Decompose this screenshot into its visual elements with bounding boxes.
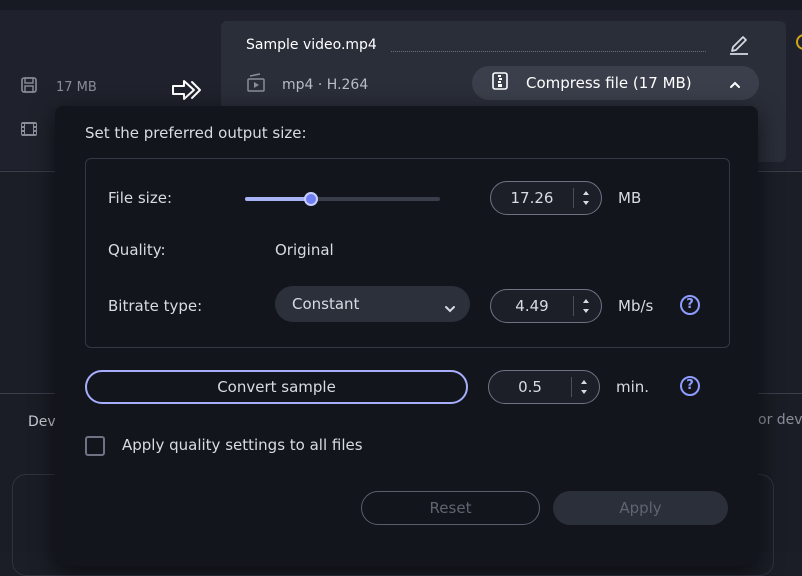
file-name-dotted-line [391, 51, 706, 52]
pencil-icon[interactable] [729, 33, 749, 59]
bitrate-type-select[interactable]: Constant [275, 286, 470, 322]
output-file-name[interactable]: Sample video.mp4 [246, 37, 377, 53]
file-size-label: File size: [108, 189, 173, 207]
chevron-up-icon [729, 76, 741, 95]
file-size-unit: MB [618, 189, 642, 207]
bitrate-spinbox[interactable]: 4.49 [490, 289, 602, 323]
video-file-icon [246, 73, 266, 97]
file-size-slider[interactable] [245, 192, 440, 206]
bitrate-value[interactable]: 4.49 [491, 290, 573, 322]
convert-arrow-icon [170, 78, 204, 106]
quality-value: Original [275, 241, 334, 259]
file-size-value[interactable]: 17.26 [491, 182, 573, 214]
chevron-down-icon [444, 299, 456, 318]
compress-file-button[interactable]: Compress file (17 MB) [472, 66, 759, 100]
bitrate-type-value: Constant [292, 295, 360, 313]
file-size-spinbox[interactable]: 17.26 [490, 181, 602, 215]
file-size-stepper[interactable] [577, 187, 595, 209]
bitrate-unit: Mb/s [618, 297, 654, 315]
film-strip-icon [20, 120, 38, 142]
bitrate-stepper[interactable] [577, 295, 595, 317]
codec-info: mp4 · H.264 [246, 73, 368, 97]
sample-length-value[interactable]: 0.5 [489, 371, 571, 403]
convert-sample-button[interactable]: Convert sample [85, 370, 468, 404]
sample-length-spinbox[interactable]: 0.5 [488, 370, 600, 404]
bitrate-type-label: Bitrate type: [108, 297, 203, 315]
spinbox-divider [573, 188, 574, 208]
file-size-slider-fill [245, 197, 312, 201]
tab-devices[interactable]: Dev [28, 414, 56, 430]
help-icon[interactable]: ? [680, 376, 700, 396]
codec-label: mp4 · H.264 [282, 77, 369, 93]
apply-all-checkbox[interactable] [85, 436, 105, 456]
spinbox-divider [573, 296, 574, 316]
compress-settings-panel: Set the preferred output size: File size… [55, 106, 758, 566]
panel-title: Set the preferred output size: [85, 124, 307, 142]
spinbox-divider [571, 377, 572, 397]
apply-button[interactable]: Apply [553, 491, 728, 525]
reset-button[interactable]: Reset [361, 491, 540, 525]
help-icon[interactable]: ? [680, 295, 700, 315]
file-size-label: 17 MB [56, 79, 97, 95]
compress-file-label: Compress file (17 MB) [526, 74, 692, 92]
apply-all-label[interactable]: Apply quality settings to all files [122, 436, 363, 454]
compress-icon [492, 72, 508, 94]
quality-label: Quality: [108, 241, 166, 259]
save-icon [20, 76, 38, 98]
search-for-device-partial: or devi [758, 412, 802, 428]
sample-length-unit: min. [616, 378, 650, 396]
sample-length-stepper[interactable] [575, 376, 593, 398]
